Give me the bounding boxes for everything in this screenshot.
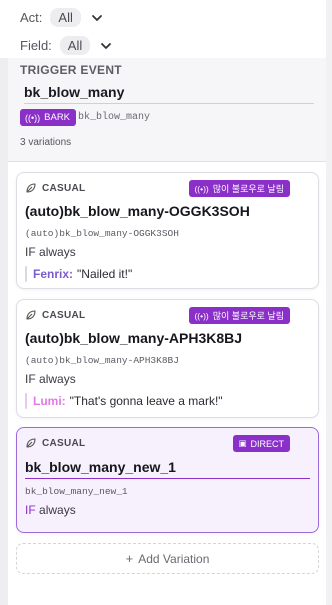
chevron-down-icon[interactable] [91,12,103,24]
dialogue-line: Fenrix: "Nailed it!" [25,266,132,282]
field-filter-label: Field: [20,38,52,53]
condition-keyword: IF [25,372,36,386]
broadcast-icon: ((•)) [194,183,209,194]
card-type-label: CASUAL [42,309,86,321]
bark-tag-label: 많이 불로우로 날림 [212,311,284,321]
bark-badge: ((•)) BARK [20,109,77,126]
trigger-event-panel: TRIGGER EVENT bk_blow_many ((•)) BARK bk… [8,58,326,162]
trigger-event-input[interactable]: bk_blow_many [24,84,314,104]
leaf-icon [26,183,36,193]
variation-card[interactable]: CASUAL ((•)) 많이 불로우로 날림 (auto)bk_blow_ma… [16,299,319,418]
condition-value: always [39,503,76,517]
condition-value: always [39,372,76,386]
field-filter[interactable]: Field: All [20,36,112,55]
card-title: (auto)bk_blow_many-OGGK3SOH [25,203,250,219]
act-filter[interactable]: Act: All [20,8,103,27]
plus-icon: + [125,551,134,566]
bark-id: bk_blow_many [78,112,151,123]
line-text: "Nailed it!" [77,267,133,281]
card-condition: IF always [25,503,76,517]
field-filter-value[interactable]: All [59,36,91,55]
card-type-label: CASUAL [42,182,86,194]
bark-badge-label: BARK [44,112,71,123]
line-bar [25,266,27,282]
card-condition: IF always [25,372,76,386]
condition-value: always [39,245,76,259]
card-title-input[interactable]: bk_blow_many_new_1 [25,459,310,479]
line-bar [25,393,27,409]
bark-tag: ((•)) 많이 불로우로 날림 [189,180,290,197]
broadcast-icon: ((•)) [25,112,41,123]
add-variation-button[interactable]: + Add Variation [16,543,319,574]
condition-keyword: IF [25,503,36,517]
left-rail [0,58,8,605]
add-variation-label: Add Variation [138,551,210,566]
direct-tag: ▣ DIRECT [233,435,290,452]
act-filter-value[interactable]: All [50,8,81,27]
variation-card-active[interactable]: CASUAL ▣ DIRECT bk_blow_many_new_1 bk_bl… [16,427,319,533]
leaf-icon [26,438,36,448]
variation-card[interactable]: CASUAL ((•)) 많이 불로우로 날림 (auto)bk_blow_ma… [16,172,319,289]
act-filter-label: Act: [20,10,43,25]
chevron-down-icon[interactable] [100,40,112,52]
card-id: (auto)bk_blow_many-APH3K8BJ [25,355,179,366]
trigger-event-heading: TRIGGER EVENT [20,63,122,77]
broadcast-icon: ((•)) [194,310,209,321]
speaker-name: Fenrix: [33,267,74,281]
card-id: bk_blow_many_new_1 [25,486,128,497]
variations-count: 3 variations [20,137,72,148]
speaker-name: Lumi: [33,394,66,408]
card-type-label: CASUAL [42,437,86,449]
dialogue-line: Lumi: "That's gonna leave a mark!" [25,393,223,409]
card-type: CASUAL [25,437,85,449]
direct-icon: ▣ [238,438,247,448]
line-text: "That's gonna leave a mark!" [69,394,223,408]
condition-keyword: IF [25,245,36,259]
bark-tag-label: 많이 불로우로 날림 [212,184,284,194]
card-type: CASUAL [25,309,85,321]
card-id: (auto)bk_blow_many-OGGK3SOH [25,228,179,239]
bark-tag: ((•)) 많이 불로우로 날림 [189,307,290,324]
scrollbar-track[interactable] [326,0,332,605]
direct-tag-label: DIRECT [250,438,285,449]
card-condition: IF always [25,245,76,259]
leaf-icon [26,310,36,320]
card-title: (auto)bk_blow_many-APH3K8BJ [25,330,243,346]
card-type: CASUAL [25,182,85,194]
